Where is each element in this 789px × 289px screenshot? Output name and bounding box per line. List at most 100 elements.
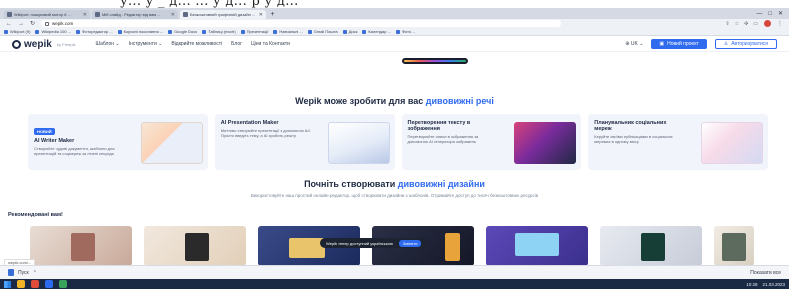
- login-button[interactable]: ♙ Авторизуватися: [714, 39, 777, 49]
- extensions-icon[interactable]: ✣: [744, 21, 748, 27]
- bookmark-item[interactable]: Календар ...: [362, 29, 391, 34]
- bookmark-favicon-icon: [273, 29, 278, 34]
- new-project-icon: ▣: [659, 41, 665, 47]
- tab-favicon-icon: [7, 12, 12, 17]
- wepik-logo-icon: [12, 39, 21, 49]
- feature-title: AI Writer Maker: [34, 138, 75, 144]
- minimize-button[interactable]: —: [756, 11, 762, 17]
- site-header: wepik by Freepik Шаблон ⌄ Інструменти ⌄ …: [0, 37, 789, 52]
- feature-desc: Миттєво створюйте презентації з допомого…: [220, 128, 311, 138]
- chevron-down-icon[interactable]: ⌃: [33, 270, 37, 276]
- bookmark-item[interactable]: Презентації: [240, 29, 268, 34]
- profile-avatar[interactable]: [764, 20, 771, 27]
- feature-thumbnail: [701, 122, 763, 164]
- feature-card-ai-presentation[interactable]: AI Presentation Maker Миттєво створюйте …: [214, 114, 395, 170]
- bookmark-favicon-icon: [117, 29, 122, 34]
- bookmark-item[interactable]: Wikiport (9): [4, 29, 30, 34]
- bookmark-item[interactable]: Wikipedia 100 ...: [35, 29, 71, 34]
- address-text: wepik.com: [52, 21, 74, 26]
- feature-card-text-to-image[interactable]: Перетворення тексту в зображення Перетво…: [401, 114, 582, 170]
- browser-tabbar: Wikiport: пошуковий мотор 6 ... ✕ Мій сл…: [0, 8, 789, 19]
- chrome-icon[interactable]: [31, 280, 39, 288]
- template-art: [640, 233, 666, 262]
- feature-thumbnail: [327, 122, 390, 164]
- show-all-downloads-link[interactable]: Показати все: [750, 270, 781, 276]
- nav-item-pricing[interactable]: Ціни та Контакти: [251, 41, 290, 47]
- tab-title: Wikiport: пошуковий мотор 6 ...: [14, 12, 71, 17]
- clock-date: 21.03.2023: [762, 281, 785, 287]
- top-caption-strip: у... у _ д... ... у д... р у д...: [0, 0, 789, 9]
- bookmark-item[interactable]: Диск: [342, 29, 357, 34]
- bookmark-item[interactable]: Корисні посилання ...: [117, 29, 163, 34]
- bookmark-item[interactable]: Google Docs: [168, 29, 197, 34]
- share-icon[interactable]: ⇪: [725, 21, 729, 27]
- wepik-logo[interactable]: wepik by Freepik: [12, 39, 75, 50]
- tab-close-icon[interactable]: ✕: [83, 12, 87, 18]
- language-selector[interactable]: ⊕ UK ⌄: [625, 41, 643, 47]
- menu-kebab-icon[interactable]: ⋮: [777, 20, 783, 27]
- star-icon[interactable]: ☆: [735, 21, 739, 27]
- feature-desc: Створюйте чудові документи, шаблони для …: [34, 146, 115, 156]
- template-thumbnail[interactable]: [30, 226, 132, 266]
- section-title-features: Wepik може зробити для вас дивовижні реч…: [295, 96, 494, 106]
- download-item-label: Пуск: [18, 269, 29, 276]
- template-art: [445, 233, 460, 262]
- template-art: [184, 233, 210, 262]
- nav-item-tools[interactable]: Інструменти ⌄: [129, 41, 163, 47]
- nav-item-features[interactable]: Відкрийте можливості: [171, 41, 222, 47]
- forward-arrow-icon[interactable]: →: [18, 21, 24, 27]
- tab-close-icon[interactable]: ✕: [259, 12, 263, 18]
- bookmark-item[interactable]: Навчальні ...: [273, 29, 303, 34]
- bookmark-item[interactable]: Фото ...: [395, 29, 416, 34]
- tab-close-icon[interactable]: ✕: [171, 12, 175, 18]
- file-icon: [8, 269, 14, 276]
- bookmark-item[interactable]: Gmail Пошта: [307, 29, 338, 34]
- feature-thumbnail: [140, 122, 203, 164]
- feature-title: Перетворення тексту в зображення: [407, 120, 471, 132]
- new-project-button[interactable]: ▣ Новий проект: [651, 39, 707, 49]
- feature-card-ai-writer[interactable]: НОВИЙ AI Writer Maker Створюйте чудові д…: [28, 114, 208, 170]
- app-icon[interactable]: [45, 280, 53, 288]
- bookmark-item[interactable]: Фоторедактор ...: [76, 29, 113, 34]
- browser-toolbar-icons: ⇪ ☆ ✣ ▭: [725, 21, 758, 27]
- bookmark-favicon-icon: [362, 29, 367, 34]
- bookmark-favicon-icon: [76, 29, 81, 34]
- browser-tab-1[interactable]: Wikiport: пошуковий мотор 6 ... ✕: [4, 10, 90, 19]
- lock-icon: [45, 21, 50, 26]
- bookmark-favicon-icon: [240, 29, 245, 34]
- template-thumbnail[interactable]: [600, 226, 702, 266]
- main-nav: Шаблон ⌄ Інструменти ⌄ Відкрийте можливо…: [95, 41, 289, 47]
- os-taskbar: 10:28 21.03.2023: [0, 279, 789, 289]
- bookmark-favicon-icon: [307, 29, 312, 34]
- bookmark-item[interactable]: Таблиці (excel): [202, 29, 236, 34]
- system-tray: 10:28 21.03.2023: [746, 282, 785, 287]
- nav-item-templates[interactable]: Шаблон ⌄: [95, 41, 119, 47]
- browser-tab-2[interactable]: Мій слайд - Редактор від вам ... ✕: [92, 10, 178, 19]
- new-tab-button[interactable]: +: [268, 11, 277, 19]
- logo-text: wepik: [24, 38, 52, 50]
- template-thumbnail[interactable]: [486, 226, 588, 266]
- window-controls: — □ ✕: [756, 8, 789, 19]
- template-thumbnail[interactable]: [714, 226, 754, 266]
- template-thumbnail[interactable]: [144, 226, 246, 266]
- close-window-button[interactable]: ✕: [778, 10, 783, 17]
- browser-tab-3-active[interactable]: Безкоштовний графічний дизайн ... ✕: [180, 10, 266, 19]
- maximize-button[interactable]: □: [768, 11, 772, 17]
- new-project-label: Новий проект: [667, 41, 699, 47]
- file-explorer-icon[interactable]: [17, 280, 25, 288]
- reload-icon[interactable]: ↻: [30, 20, 35, 27]
- promo-change-button[interactable]: Змінити: [398, 239, 422, 247]
- bookmark-favicon-icon: [35, 29, 40, 34]
- address-bar[interactable]: wepik.com: [41, 20, 562, 27]
- clock-time: 10:28: [746, 281, 758, 287]
- sidebar-icon[interactable]: ▭: [753, 21, 758, 27]
- app-icon[interactable]: [59, 280, 67, 288]
- login-label: Авторизуватися: [731, 41, 768, 47]
- back-arrow-icon[interactable]: ←: [6, 21, 12, 27]
- download-item[interactable]: Пуск ⌃: [8, 269, 37, 276]
- start-menu-icon[interactable]: [4, 280, 11, 288]
- bookmark-favicon-icon: [202, 29, 207, 34]
- feature-card-social-planner[interactable]: Планувальник соціальних мереж Керуйте св…: [588, 114, 768, 170]
- nav-item-blog[interactable]: Блог: [231, 41, 242, 47]
- recommended-label: Рекомендовані вам!: [8, 212, 63, 218]
